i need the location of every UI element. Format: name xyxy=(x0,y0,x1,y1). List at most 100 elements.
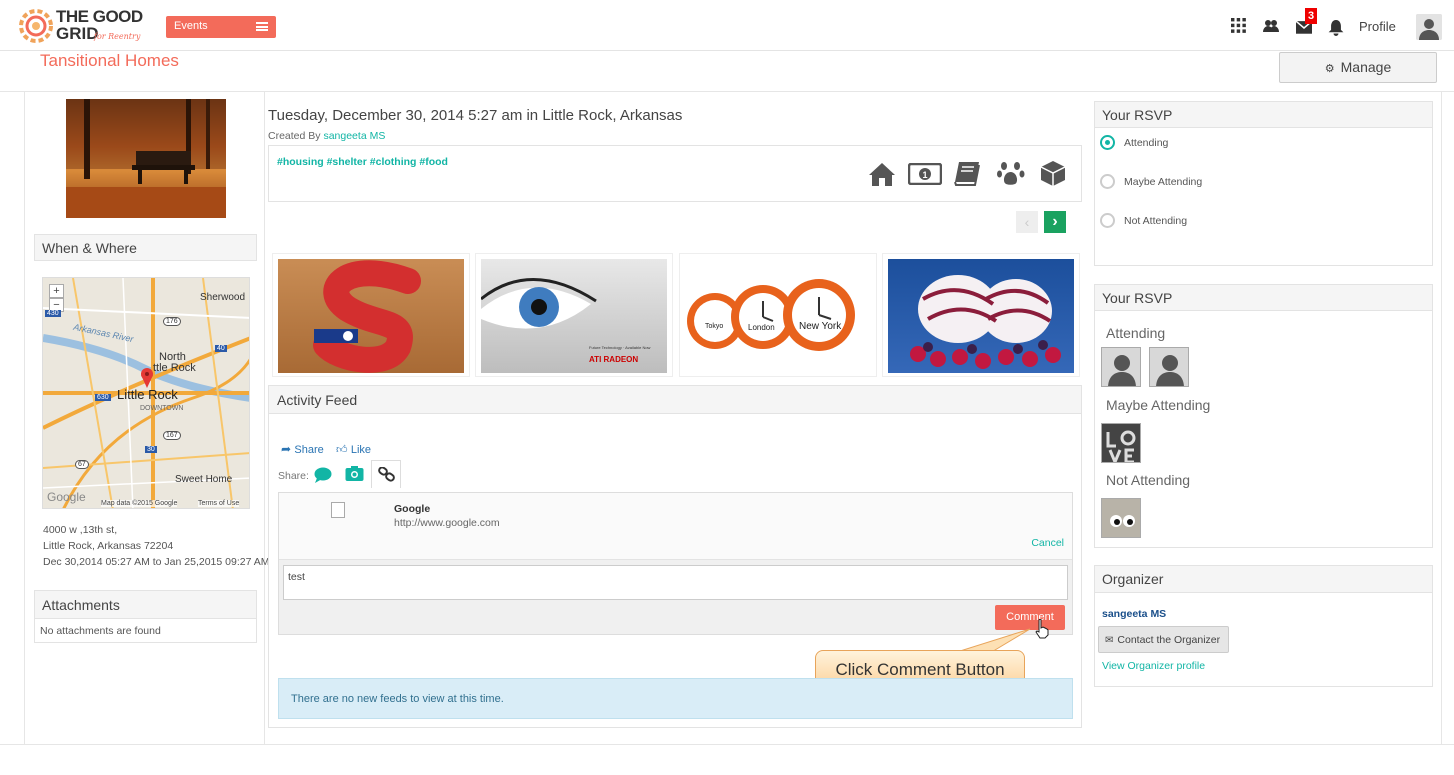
share-label: Share xyxy=(294,444,324,456)
divider xyxy=(0,91,1454,92)
envelope-icon: ✉ xyxy=(1105,635,1114,646)
activity-feed-title: Activity Feed xyxy=(269,386,1081,414)
bench-illustration xyxy=(66,99,226,218)
home-icon xyxy=(869,163,895,186)
love-sculpture-image xyxy=(1102,424,1140,462)
page-title: Tansitional Homes xyxy=(40,51,179,70)
box-icon xyxy=(1040,161,1066,186)
link-preview-url[interactable]: http://www.google.com xyxy=(394,517,500,529)
event-heading: Tuesday, December 30, 2014 5:27 am in Li… xyxy=(268,107,683,124)
gallery-thumb-icecream[interactable] xyxy=(882,253,1080,377)
gears-icon: ⚙ xyxy=(1324,63,1335,75)
event-date-range: Dec 30,2014 05:27 AM to Jan 25,2015 09:2… xyxy=(43,556,270,568)
map-shield-30: 30 xyxy=(145,446,157,453)
icecream-illustration xyxy=(910,275,1061,369)
broken-image-icon xyxy=(331,502,345,518)
link-chain-icon xyxy=(378,467,395,482)
top-navbar: THE GOOD GRID for Reentry Events 3 Profi… xyxy=(0,0,1454,51)
created-by-label: Created By xyxy=(268,130,321,142)
created-by: Created By sangeeta MS xyxy=(268,130,385,142)
event-cover-image xyxy=(66,99,226,218)
share-prefix: Share: xyxy=(278,470,309,482)
attachments-title: Attachments xyxy=(35,591,256,619)
rsvp-radio-maybe[interactable] xyxy=(1100,174,1115,189)
no-feeds-message: There are no new feeds to view at this t… xyxy=(278,678,1073,719)
zoom-in-button[interactable]: + xyxy=(49,284,64,298)
maybe-attendee-avatar[interactable] xyxy=(1101,423,1141,463)
organizer-title: Organizer xyxy=(1095,566,1432,593)
manage-button[interactable]: ⚙ Manage xyxy=(1279,52,1437,83)
next-arrow-button[interactable]: › xyxy=(1044,211,1066,233)
user-silhouette-icon xyxy=(1416,14,1442,40)
map-label-sweet-home: Sweet Home xyxy=(175,474,233,485)
money-icon: 1 xyxy=(908,163,942,185)
event-address: 4000 w ,13th st, Little Rock, Arkansas 7… xyxy=(43,522,270,570)
comment-bubble-icon[interactable] xyxy=(314,467,332,483)
map-credit: Map data ©2015 Google xyxy=(101,500,178,507)
rsvp-option-attending[interactable]: Attending xyxy=(1124,137,1168,149)
manage-label: Manage xyxy=(1340,59,1392,75)
view-organizer-profile-link[interactable]: View Organizer profile xyxy=(1102,660,1205,672)
prev-arrow-button[interactable]: ‹ xyxy=(1016,211,1038,233)
map-terms[interactable]: Terms of Use xyxy=(198,500,240,507)
map-shield-67: 67 xyxy=(75,460,89,469)
attendee-avatar[interactable] xyxy=(1101,347,1141,387)
profile-link[interactable]: Profile xyxy=(1359,19,1396,34)
map-label-little-rock-n: ttle Rock xyxy=(153,362,196,374)
event-tags[interactable]: #housing #shelter #clothing #food xyxy=(277,156,448,168)
rsvp-option-not[interactable]: Not Attending xyxy=(1124,215,1187,227)
link-tab[interactable] xyxy=(371,460,401,488)
gallery-thumb-eye[interactable]: Future Technology · Available Now ATI RA… xyxy=(475,253,673,377)
cancel-link[interactable]: Cancel xyxy=(1031,537,1064,549)
photo-icon[interactable] xyxy=(345,466,364,482)
events-label: Events xyxy=(174,20,208,32)
rsvp-radio-not[interactable] xyxy=(1100,213,1115,228)
not-attendee-avatar[interactable] xyxy=(1101,498,1141,538)
logo[interactable]: THE GOOD GRID for Reentry xyxy=(18,5,143,47)
bell-icon[interactable] xyxy=(1328,20,1344,36)
grid-apps-icon[interactable] xyxy=(1231,18,1247,34)
comment-textarea[interactable]: test xyxy=(283,565,1068,600)
user-silhouette-icon xyxy=(1108,355,1136,386)
address-line2: Little Rock, Arkansas 72204 xyxy=(43,540,174,552)
attendee-avatar[interactable] xyxy=(1149,347,1189,387)
hamburger-icon xyxy=(256,22,268,31)
share-button[interactable]: ➦ Share xyxy=(281,442,324,456)
eyes-image xyxy=(1102,499,1140,537)
clock-label-tokyo: Tokyo xyxy=(705,323,724,330)
creator-link[interactable]: sangeeta MS xyxy=(323,130,385,142)
thumb-caption-small: Future Technology · Available Now xyxy=(589,345,651,350)
map-shield-167: 167 xyxy=(163,431,181,440)
rsvp-option-maybe[interactable]: Maybe Attending xyxy=(1124,176,1202,188)
felt-s-illustration xyxy=(313,260,421,373)
link-preview-card: Google http://www.google.com Cancel xyxy=(279,493,1072,560)
users-icon[interactable] xyxy=(1263,18,1279,34)
profile-avatar[interactable] xyxy=(1416,14,1442,40)
user-silhouette-icon xyxy=(1156,355,1184,386)
gallery-thumb-felt-s[interactable] xyxy=(272,253,470,377)
contact-organizer-button[interactable]: ✉ Contact the Organizer xyxy=(1098,626,1229,653)
thumbs-up-icon: 👍︎ xyxy=(336,444,348,456)
attachments-panel: Attachments No attachments are found xyxy=(34,590,257,643)
divider xyxy=(24,92,25,744)
events-menu-button[interactable]: Events xyxy=(166,16,276,38)
map-shield-630: 630 xyxy=(95,394,111,401)
like-button[interactable]: 👍︎ Like xyxy=(336,442,371,456)
like-label: Like xyxy=(350,444,372,456)
rsvp-list-title: Your RSVP xyxy=(1095,285,1432,311)
map[interactable]: + − Sherwood Arkansas River North ttle R… xyxy=(42,277,250,509)
contact-organizer-label: Contact the Organizer xyxy=(1117,634,1221,646)
logo-text-mid: GRID xyxy=(56,24,99,43)
map-shield-40: 40 xyxy=(215,345,227,352)
eye-illustration xyxy=(480,278,597,329)
rsvp-radio-attending[interactable] xyxy=(1100,135,1115,150)
gear-logo-icon xyxy=(19,9,53,43)
rsvp-list-panel: Your RSVP xyxy=(1094,284,1433,548)
attachments-empty: No attachments are found xyxy=(40,625,161,637)
gallery-thumb-clocks[interactable]: Tokyo London New York xyxy=(679,253,877,377)
map-label-sherwood: Sherwood xyxy=(200,292,246,303)
svg-text:1: 1 xyxy=(923,170,928,180)
maybe-heading: Maybe Attending xyxy=(1106,397,1211,413)
clock-label-london: London xyxy=(748,323,775,332)
organizer-name[interactable]: sangeeta MS xyxy=(1102,608,1166,620)
